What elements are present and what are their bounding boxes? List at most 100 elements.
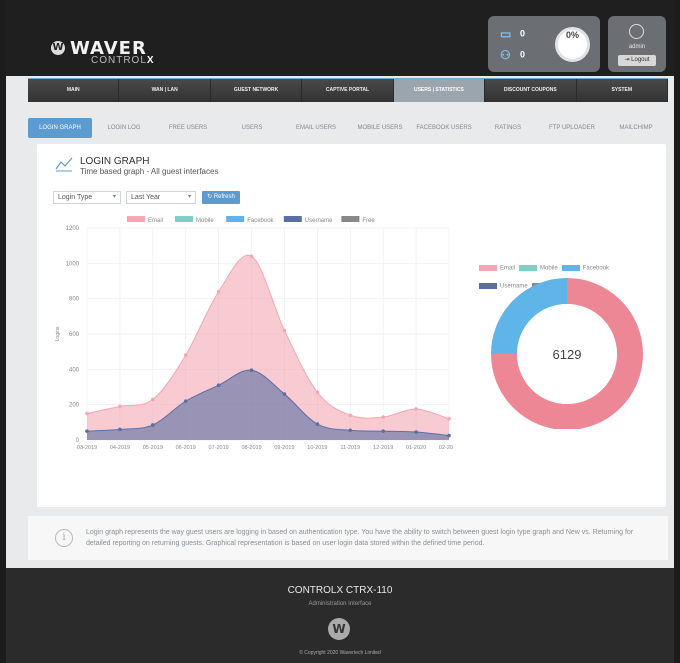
brand-sub: CONTROLX — [91, 55, 155, 66]
data-point — [447, 417, 451, 421]
nav-captive-portal[interactable]: CAPTIVE PORTAL — [302, 79, 394, 102]
footer: CONTROLX CTRX-110 Administration Interfa… — [6, 568, 674, 663]
monitor-icon: ▭ — [500, 27, 512, 41]
y-tick-label: 1200 — [66, 226, 80, 232]
y-tick-label: 800 — [69, 297, 80, 303]
legend-swatch — [127, 216, 145, 222]
data-point — [414, 430, 418, 434]
tab-login-log[interactable]: LOGIN LOG — [92, 118, 156, 138]
data-point — [447, 433, 451, 438]
nav-main[interactable]: MAIN — [28, 79, 120, 102]
tab-free-users[interactable]: FREE USERS — [156, 118, 220, 138]
period-select[interactable]: Last Year ▾ — [126, 191, 196, 204]
x-tick-label: 08-2019 — [241, 445, 261, 451]
y-tick-label: 0 — [76, 438, 80, 444]
user-name: admin — [628, 44, 646, 50]
header: W WAVER CONTROLX ▭ 0 ⚇ 0 0% admin ⇥ Logout — [6, 0, 674, 76]
nav-wan-lan[interactable]: WAN | LAN — [119, 79, 211, 102]
x-tick-label: 11-2019 — [340, 445, 360, 451]
data-point — [315, 390, 320, 395]
data-point — [183, 353, 188, 357]
x-tick-label: 04-2019 — [110, 445, 130, 451]
x-tick-label: 09-2019 — [274, 445, 294, 451]
y-axis-label: Logins — [55, 326, 61, 341]
x-tick-label: 03-2019 — [77, 445, 97, 451]
data-point — [216, 383, 221, 388]
nav-users-statistics[interactable]: USERS | STATISTICS — [393, 79, 486, 102]
usage-gauge: 0% — [555, 27, 590, 62]
x-tick-label: 02-2020 — [439, 445, 453, 451]
tab-facebook-users[interactable]: FACEBOOK USERS — [412, 118, 476, 138]
main-nav: MAIN WAN | LAN GUEST NETWORK CAPTIVE POR… — [28, 78, 668, 102]
legend-swatch — [226, 216, 245, 222]
x-tick-label: 12-2019 — [373, 445, 393, 451]
sub-tabs: LOGIN GRAPH LOGIN LOG FREE USERS USERS E… — [28, 118, 668, 138]
login-graph-card: LOGIN GRAPH Time based graph - All guest… — [37, 144, 666, 507]
line-chart-icon — [55, 157, 73, 172]
nav-discount-coupons[interactable]: DISCOUNT COUPONS — [485, 79, 577, 102]
user-avatar-icon — [629, 24, 644, 39]
x-tick-label: 07-2019 — [209, 445, 229, 451]
y-tick-label: 1000 — [66, 261, 80, 267]
x-tick-label: 01-2020 — [406, 445, 426, 451]
info-icon: i — [55, 529, 73, 547]
data-point — [118, 404, 122, 409]
data-point — [315, 422, 320, 426]
legend-label: Mobile — [196, 218, 214, 224]
footer-subtitle: Administration Interface — [308, 601, 372, 607]
tab-ratings[interactable]: RATINGS — [476, 118, 540, 138]
data-point — [381, 415, 385, 419]
donut-total: 6129 — [553, 347, 582, 362]
y-tick-label: 200 — [69, 403, 80, 409]
legend-label: Username — [305, 218, 333, 224]
login-donut-chart: 6129 — [491, 278, 643, 429]
data-point — [85, 429, 89, 433]
logout-button[interactable]: ⇥ Logout — [618, 55, 656, 66]
data-point — [249, 254, 254, 259]
chevron-down-icon: ▾ — [112, 194, 116, 200]
data-point — [282, 392, 287, 396]
login-type-select[interactable]: Login Type ▾ — [53, 191, 121, 204]
stats-panel: ▭ 0 ⚇ 0 0% — [488, 16, 600, 72]
app-frame: W WAVER CONTROLX ▭ 0 ⚇ 0 0% admin ⇥ Logout… — [6, 0, 674, 663]
legend-label: Facebook — [247, 218, 274, 224]
y-tick-label: 400 — [69, 367, 80, 373]
tab-users[interactable]: USERS — [220, 118, 284, 138]
footer-title: CONTROLX CTRX-110 — [287, 585, 393, 596]
legend-swatch — [283, 216, 302, 222]
tab-mailchimp[interactable]: MAILCHIMP — [604, 118, 668, 138]
devices-stat[interactable]: ▭ 0 — [500, 27, 525, 41]
x-tick-label: 05-2019 — [143, 445, 163, 451]
info-panel: i Login graph represents the way guest u… — [28, 516, 668, 560]
y-tick-label: 600 — [69, 332, 80, 338]
data-point — [118, 427, 122, 432]
page-subtitle: Time based graph - All guest interfaces — [80, 167, 219, 176]
nav-guest-network[interactable]: GUEST NETWORK — [210, 79, 303, 102]
chevron-down-icon: ▾ — [187, 194, 191, 200]
tab-login-graph[interactable]: LOGIN GRAPH — [28, 118, 92, 138]
users-icon: ⚇ — [500, 48, 511, 62]
data-point — [381, 429, 385, 433]
brand-logo: W WAVER CONTROLX — [51, 38, 181, 66]
tab-ftp-uploader[interactable]: FTP UPLOADER — [540, 118, 604, 138]
refresh-icon: ↻ — [207, 194, 213, 200]
footer-copyright: © Copyright 2020 Wavertech Limited — [299, 650, 381, 656]
data-point — [216, 289, 221, 294]
legend-label: Free — [362, 218, 375, 224]
tab-email-users[interactable]: EMAIL USERS — [284, 118, 348, 138]
users-stat[interactable]: ⚇ 0 — [500, 48, 525, 62]
data-point — [348, 428, 353, 433]
refresh-button[interactable]: ↻ Refresh — [202, 191, 240, 204]
nav-system[interactable]: SYSTEM — [576, 79, 668, 102]
x-tick-label: 06-2019 — [176, 445, 196, 451]
tab-mobile-users[interactable]: MOBILE USERS — [348, 118, 412, 138]
data-point — [348, 413, 353, 418]
info-text: Login graph represents the way guest use… — [86, 529, 634, 547]
data-point — [151, 423, 155, 427]
waver-logo-icon: W — [51, 41, 65, 55]
login-area-chart: Email Mobile Facebook Username Free 0 200 400 60… — [55, 216, 453, 451]
data-point — [282, 328, 287, 333]
data-point — [249, 368, 254, 373]
legend-swatch — [341, 216, 360, 222]
waver-logo-icon: W — [328, 618, 350, 640]
